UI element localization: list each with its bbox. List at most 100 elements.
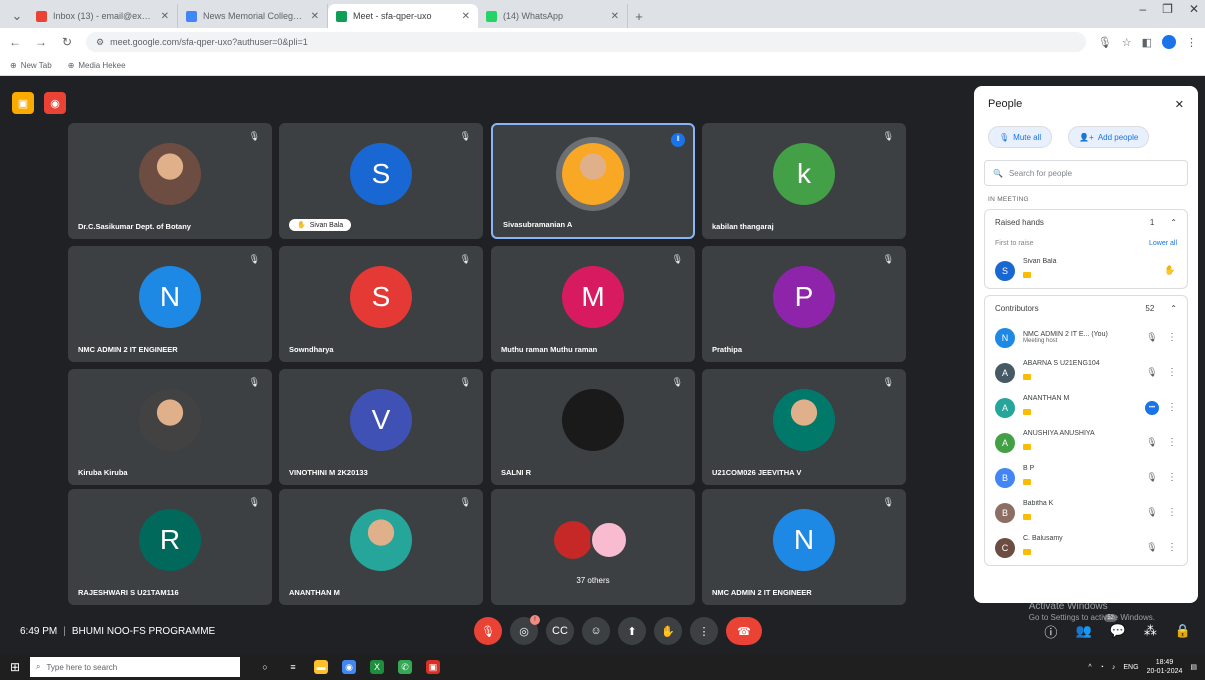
participant-tile[interactable]: k 🎙 kabilan thangaraj [702, 123, 906, 239]
mic-toggle-button[interactable]: 🎙 [474, 617, 502, 645]
reload-icon[interactable]: ↻ [60, 35, 74, 49]
lower-all-button[interactable]: Lower all [1149, 240, 1177, 247]
task-view-icon[interactable]: ○ [258, 660, 272, 674]
participant-tile[interactable]: 🎙 Dr.C.Sasikumar Dept. of Botany [68, 123, 272, 239]
notification-icon[interactable]: ▤ [1190, 663, 1197, 671]
new-tab-icon[interactable]: + [628, 4, 650, 28]
bookmark-media[interactable]: ⊕ Media Hekee [68, 61, 126, 70]
network-icon[interactable]: ◔ [1100, 664, 1104, 671]
people-icon[interactable]: 👥 [1075, 623, 1091, 639]
close-tab-icon[interactable]: ✕ [161, 11, 169, 22]
participant-tile[interactable]: S 🎙 Sowndharya [279, 246, 483, 362]
reactions-button[interactable]: ☺ [582, 617, 610, 645]
more-vert-icon[interactable]: ⋮ [1167, 507, 1177, 518]
leave-call-button[interactable]: ☎ [726, 617, 762, 645]
participant-tile[interactable]: 🎙 ANANTHAN M [279, 489, 483, 605]
participant-row[interactable]: A ABARNA S U21ENG104 🎙 ⋮ [985, 355, 1187, 390]
participant-tile[interactable]: R 🎙 RAJESHWARI S U21TAM116 [68, 489, 272, 605]
participant-row[interactable]: A ANUSHIYA ANUSHIYA 🎙 ⋮ [985, 425, 1187, 460]
more-vert-icon[interactable]: ⋮ [1167, 332, 1177, 343]
close-tab-icon[interactable]: ✕ [462, 11, 470, 22]
language-indicator[interactable]: ENG [1123, 664, 1138, 671]
participant-row[interactable]: B Babitha K 🎙 ⋮ [985, 495, 1187, 530]
address-bar[interactable]: ⚙ meet.google.com/sfa-qper-uxo?authuser=… [86, 32, 1086, 52]
mute-all-button[interactable]: 🎙 Mute all [988, 126, 1053, 148]
minimize-icon[interactable]: – [1139, 2, 1146, 16]
raised-hands-header[interactable]: Raised hands 1 ⌃ [985, 210, 1187, 234]
close-icon[interactable]: ✕ [1175, 98, 1184, 111]
tab-search-icon[interactable]: ⌄ [6, 4, 28, 28]
participant-row[interactable]: N NMC ADMIN 2 IT E... (You) Meeting host 🎙 ⋮ [985, 320, 1187, 355]
participant-tile[interactable]: V 🎙 VINOTHINI M 2K20133 [279, 369, 483, 485]
volume-icon[interactable]: ♪ [1112, 664, 1116, 671]
back-icon[interactable]: ← [8, 35, 22, 49]
search-people-input[interactable]: 🔍 Search for people [984, 160, 1188, 186]
browser-tab[interactable]: Meet - sfa-qper-uxo ✕ [328, 4, 478, 28]
raised-hand-row[interactable]: S Sivan Bala ✋ [985, 253, 1187, 288]
mic-off-icon[interactable]: 🎙 [1145, 542, 1159, 553]
add-people-button[interactable]: 👤+ Add people [1068, 126, 1150, 148]
chrome-icon[interactable]: ◉ [342, 660, 356, 674]
host-controls-icon[interactable]: ▣ [12, 92, 34, 114]
participant-tile[interactable]: N 🎙 NMC ADMIN 2 IT ENGINEER [702, 489, 906, 605]
widgets-icon[interactable]: ≡ [286, 660, 300, 674]
browser-tab[interactable]: News Memorial College Auto ✕ [178, 4, 328, 28]
close-tab-icon[interactable]: ✕ [311, 11, 319, 22]
recording-icon[interactable]: ◉ [44, 92, 66, 114]
raise-hand-button[interactable]: ✋ [654, 617, 682, 645]
participant-tile[interactable]: 🎙 SALNI R [491, 369, 695, 485]
participant-tile[interactable]: M 🎙 Muthu raman Muthu raman [491, 246, 695, 362]
more-vert-icon[interactable]: ⋮ [1167, 542, 1177, 553]
maximize-icon[interactable]: ❐ [1162, 2, 1173, 16]
more-options-button[interactable]: ⋮ [690, 617, 718, 645]
participant-tile[interactable]: 🎙 U21COM026 JEEVITHA V [702, 369, 906, 485]
more-vert-icon[interactable]: ⋮ [1167, 402, 1177, 413]
browser-menu-icon[interactable]: ⋮ [1186, 36, 1197, 49]
participant-tile[interactable]: 37 others [491, 489, 695, 605]
chevron-up-icon[interactable]: ^ [1088, 664, 1091, 671]
chat-icon[interactable]: 💬 [1110, 623, 1126, 639]
info-icon[interactable]: ⓘ [1044, 622, 1057, 641]
taskbar-search-input[interactable]: ⌕ Type here to search [30, 657, 240, 677]
clock[interactable]: 18:49 20-01-2024 [1147, 658, 1183, 676]
participant-tile[interactable]: N 🎙 NMC ADMIN 2 IT ENGINEER [68, 246, 272, 362]
activities-icon[interactable]: ⁂ [1144, 623, 1157, 639]
bookmark-star-icon[interactable]: ☆ [1122, 36, 1132, 49]
pdf-icon[interactable]: ▣ [426, 660, 440, 674]
more-vert-icon[interactable]: ⋮ [1167, 437, 1177, 448]
excel-icon[interactable]: X [370, 660, 384, 674]
file-explorer-icon[interactable]: ▬ [314, 660, 328, 674]
more-vert-icon[interactable]: ⋮ [1167, 367, 1177, 378]
participant-row[interactable]: BB P 🎙 ⋮ [985, 460, 1187, 495]
camera-toggle-button[interactable]: ◎! [510, 615, 540, 645]
participant-tile[interactable]: ⦀ Sivasubramanian A [491, 123, 695, 239]
browser-tab[interactable]: (14) WhatsApp ✕ [478, 4, 628, 28]
present-button[interactable]: ⬆ [618, 617, 646, 645]
mic-indicator-icon[interactable]: 🎙 [1098, 36, 1112, 49]
mic-off-icon[interactable]: 🎙 [1145, 367, 1159, 378]
host-lock-icon[interactable]: 🔒 [1175, 623, 1191, 639]
forward-icon[interactable]: → [34, 35, 48, 49]
browser-tab[interactable]: Inbox (13) - email@example.com ✕ [28, 4, 178, 28]
mic-off-icon[interactable]: 🎙 [1145, 437, 1159, 448]
windows-start-icon[interactable]: ⊞ [0, 660, 30, 674]
close-tab-icon[interactable]: ✕ [611, 11, 619, 22]
bookmark-new-tab[interactable]: ⊕ New Tab [10, 61, 52, 70]
participant-tile[interactable]: 🎙 Kiruba Kiruba [68, 369, 272, 485]
mic-off-icon[interactable]: 🎙 [1145, 472, 1159, 483]
sidepanel-icon[interactable]: ◧ [1142, 36, 1152, 49]
close-window-icon[interactable]: ✕ [1189, 2, 1199, 16]
contributors-header[interactable]: Contributors 52 ⌃ [985, 296, 1187, 320]
participant-tile[interactable]: P 🎙 Prathipa [702, 246, 906, 362]
more-vert-icon[interactable]: ⋮ [1167, 472, 1177, 483]
captions-button[interactable]: CC [546, 617, 574, 645]
hand-icon[interactable]: ✋ [1163, 265, 1177, 276]
participant-row[interactable]: C C. Balusamy 🎙 ⋮ [985, 530, 1187, 565]
mic-off-icon[interactable]: 🎙 [1145, 332, 1159, 343]
site-info-icon[interactable]: ⚙ [96, 37, 104, 48]
mic-off-icon[interactable]: 🎙 [1145, 507, 1159, 518]
participant-tile[interactable]: S 🎙 ✋ Sivan Bala [279, 123, 483, 239]
profile-avatar[interactable] [1162, 35, 1176, 49]
participant-row[interactable]: A ANANTHAN M ••• ⋮ [985, 390, 1187, 425]
whatsapp-icon[interactable]: ✆ [398, 660, 412, 674]
